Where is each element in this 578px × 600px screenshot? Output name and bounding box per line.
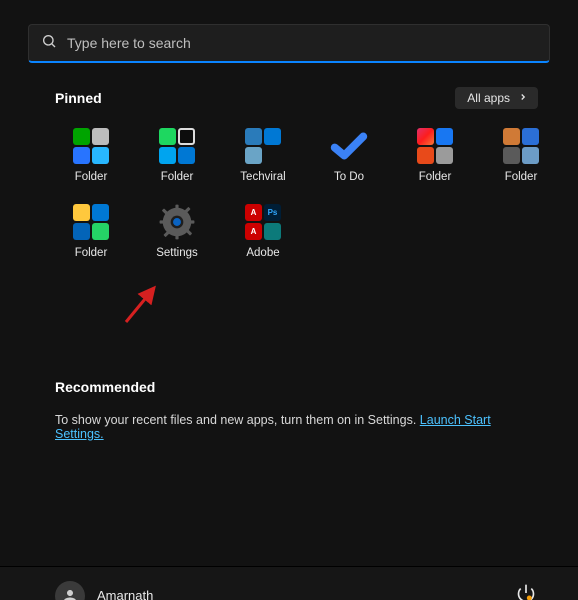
tile-label: Techviral	[240, 171, 285, 183]
tile-label: Folder	[505, 171, 538, 183]
folder-icon	[72, 127, 110, 165]
avatar	[55, 581, 85, 600]
all-apps-button[interactable]: All apps	[455, 87, 538, 109]
search-box[interactable]	[28, 24, 550, 63]
pinned-tile-folder[interactable]: Folder	[141, 127, 213, 183]
pinned-tile-folder[interactable]: Folder	[485, 127, 557, 183]
tile-label: Adobe	[246, 247, 279, 259]
pinned-heading: Pinned	[55, 90, 102, 106]
search-icon	[41, 33, 57, 54]
pinned-tile-adobe[interactable]: APsA Adobe	[227, 203, 299, 259]
username-label: Amarnath	[97, 588, 153, 600]
pinned-tile-folder[interactable]: Folder	[55, 203, 127, 259]
chevron-right-icon	[518, 91, 528, 105]
start-footer: Amarnath	[0, 566, 578, 600]
folder-icon	[502, 127, 540, 165]
tile-label: Folder	[75, 171, 108, 183]
tile-label: To Do	[334, 171, 364, 183]
user-account-button[interactable]: Amarnath	[55, 581, 153, 600]
pinned-tile-settings[interactable]: Settings	[141, 203, 213, 259]
pinned-tile-folder[interactable]: Folder	[399, 127, 471, 183]
tile-label: Folder	[75, 247, 108, 259]
adobe-folder-icon: APsA	[244, 203, 282, 241]
tile-label: Settings	[156, 247, 198, 259]
pinned-tile-folder[interactable]: Folder	[55, 127, 127, 183]
annotation-arrow	[120, 278, 170, 333]
search-input[interactable]	[65, 34, 537, 52]
all-apps-label: All apps	[467, 91, 510, 105]
recommended-message: To show your recent files and new apps, …	[55, 413, 420, 427]
power-button[interactable]	[516, 583, 536, 600]
pinned-tile-todo[interactable]: To Do	[313, 127, 385, 183]
checkmark-icon	[330, 127, 368, 165]
folder-icon	[416, 127, 454, 165]
recommended-text: To show your recent files and new apps, …	[55, 413, 523, 441]
pinned-tile-techviral[interactable]: Techviral	[227, 127, 299, 183]
pinned-grid: Folder Folder Techviral To Do Folder	[55, 127, 538, 259]
gear-icon	[158, 203, 196, 241]
tile-label: Folder	[419, 171, 452, 183]
folder-icon	[72, 203, 110, 241]
recommended-heading: Recommended	[55, 379, 523, 395]
tile-label: Folder	[161, 171, 194, 183]
folder-icon	[158, 127, 196, 165]
techviral-icon	[244, 127, 282, 165]
